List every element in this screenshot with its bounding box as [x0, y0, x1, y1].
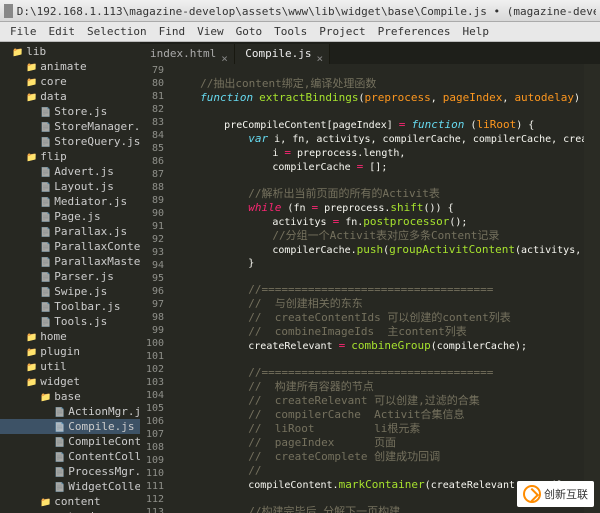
brand-watermark: 创新互联: [517, 481, 594, 507]
editor: index.html×Compile.js× 79 80 81 82 83 84…: [140, 42, 600, 513]
menu-bar: FileEditSelectionFindViewGotoToolsProjec…: [0, 22, 600, 42]
file-layout-js[interactable]: Layout.js: [0, 179, 140, 194]
file-compile-js[interactable]: Compile.js: [0, 419, 140, 434]
file-processmgr-js[interactable]: ProcessMgr.js: [0, 464, 140, 479]
folder-flip[interactable]: flip: [0, 149, 140, 164]
folder-lib[interactable]: lib: [0, 44, 140, 59]
file-parallaxcontent-js[interactable]: ParallaxContent.js: [0, 239, 140, 254]
file-storemanager-js[interactable]: StoreManager.js: [0, 119, 140, 134]
file-actionmgr-js[interactable]: ActionMgr.js: [0, 404, 140, 419]
file-widgetcollection-js[interactable]: WidgetCollection.js: [0, 479, 140, 494]
tab-index-html[interactable]: index.html×: [140, 44, 235, 64]
file-parallaxmaster-js[interactable]: ParallaxMaster.js: [0, 254, 140, 269]
folder-util[interactable]: util: [0, 359, 140, 374]
file-swipe-js[interactable]: Swipe.js: [0, 284, 140, 299]
code-lines[interactable]: //抽出content绑定,编译处理函数 function extractBin…: [170, 64, 584, 513]
file-tools-js[interactable]: Tools.js: [0, 314, 140, 329]
folder-widget[interactable]: widget: [0, 374, 140, 389]
sidebar[interactable]: libanimatecoredataStore.jsStoreManager.j…: [0, 42, 140, 513]
app-icon: [4, 4, 13, 18]
menu-tools[interactable]: Tools: [268, 25, 313, 38]
tab-bar: index.html×Compile.js×: [140, 42, 600, 64]
menu-help[interactable]: Help: [456, 25, 495, 38]
minimap[interactable]: [584, 64, 600, 513]
folder-animate[interactable]: animate: [0, 59, 140, 74]
file-parser-js[interactable]: Parser.js: [0, 269, 140, 284]
close-icon[interactable]: ×: [316, 49, 324, 57]
brand-logo-icon: [523, 485, 541, 503]
menu-find[interactable]: Find: [153, 25, 192, 38]
menu-preferences[interactable]: Preferences: [372, 25, 457, 38]
folder-core[interactable]: core: [0, 74, 140, 89]
menu-selection[interactable]: Selection: [81, 25, 153, 38]
code-area: 79 80 81 82 83 84 85 86 87 88 89 90 91 9…: [140, 64, 600, 513]
menu-project[interactable]: Project: [313, 25, 371, 38]
folder-extend[interactable]: extend: [0, 509, 140, 513]
folder-content[interactable]: content: [0, 494, 140, 509]
file-compilecontent-js[interactable]: CompileContent.js: [0, 434, 140, 449]
folder-data[interactable]: data: [0, 89, 140, 104]
file-storequery-js[interactable]: StoreQuery.js: [0, 134, 140, 149]
line-gutter: 79 80 81 82 83 84 85 86 87 88 89 90 91 9…: [140, 64, 170, 513]
brand-text: 创新互联: [544, 486, 588, 502]
close-icon[interactable]: ×: [221, 49, 229, 57]
menu-file[interactable]: File: [4, 25, 43, 38]
folder-plugin[interactable]: plugin: [0, 344, 140, 359]
file-toolbar-js[interactable]: Toolbar.js: [0, 299, 140, 314]
menu-edit[interactable]: Edit: [43, 25, 82, 38]
main-area: libanimatecoredataStore.jsStoreManager.j…: [0, 42, 600, 513]
window-title: D:\192.168.1.113\magazine-develop\assets…: [17, 3, 596, 19]
menu-goto[interactable]: Goto: [230, 25, 269, 38]
window-titlebar[interactable]: D:\192.168.1.113\magazine-develop\assets…: [0, 0, 600, 22]
file-page-js[interactable]: Page.js: [0, 209, 140, 224]
file-advert-js[interactable]: Advert.js: [0, 164, 140, 179]
tab-compile-js[interactable]: Compile.js×: [235, 44, 330, 64]
folder-base[interactable]: base: [0, 389, 140, 404]
file-parallax-js[interactable]: Parallax.js: [0, 224, 140, 239]
file-tree: libanimatecoredataStore.jsStoreManager.j…: [0, 42, 140, 513]
folder-home[interactable]: home: [0, 329, 140, 344]
file-contentcollection-j[interactable]: ContentCollection.j: [0, 449, 140, 464]
menu-view[interactable]: View: [191, 25, 230, 38]
file-store-js[interactable]: Store.js: [0, 104, 140, 119]
file-mediator-js[interactable]: Mediator.js: [0, 194, 140, 209]
